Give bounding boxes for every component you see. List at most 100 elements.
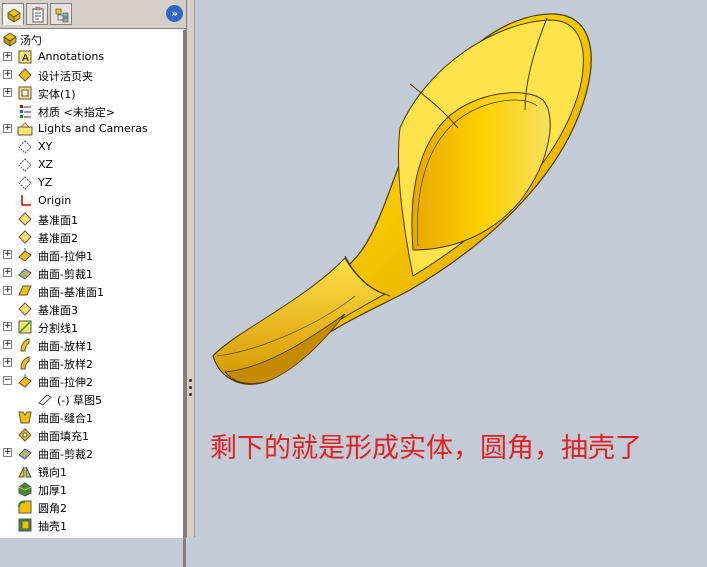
tree-item-label: 实体(1) [38, 88, 76, 101]
configurationmanager-tab[interactable] [50, 3, 72, 25]
expand-toggle[interactable]: + [3, 286, 12, 295]
plane-icon [17, 139, 33, 155]
sketch-icon [37, 391, 53, 407]
expand-toggle[interactable]: + [3, 70, 12, 79]
splitter-grip-dot [189, 393, 192, 396]
tree-item[interactable]: + 曲面-拉伸1 [0, 246, 186, 264]
svg-text:A: A [22, 53, 29, 64]
tree-item-label: 分割线1 [38, 322, 78, 335]
tree-item[interactable]: Origin [0, 192, 186, 210]
tree-item[interactable]: 抽壳1 [0, 516, 186, 534]
tree-item-label: 镜向1 [38, 466, 67, 479]
reference-plane-icon [17, 211, 33, 227]
tree-item-label: 曲面-缝合1 [38, 412, 93, 425]
tree-item-label: 加厚1 [38, 484, 67, 497]
tree-item[interactable]: + 曲面-放样1 [0, 336, 186, 354]
fillet-icon [17, 499, 33, 515]
mirror-icon [17, 463, 33, 479]
tree-item[interactable]: 基准面2 [0, 228, 186, 246]
splitter-grip-dot [189, 386, 192, 389]
configurationmanager-tab-icon [55, 8, 69, 23]
splitter-grip-dot [189, 379, 192, 382]
tree-item[interactable]: 圆角2 [0, 498, 186, 516]
thicken-icon [17, 481, 33, 497]
filled-surface-icon [17, 427, 33, 443]
panel-edge [183, 30, 186, 567]
split-line-icon [17, 319, 33, 335]
feature-tree: 汤勺 + A Annotations + 设计活页夹 + 实体(1) 材质 <未指定> + Lig… [0, 29, 186, 567]
surface-knit-icon [17, 409, 33, 425]
tree-item-label: Lights and Cameras [38, 122, 148, 135]
tree-item[interactable]: 镜向1 [0, 462, 186, 480]
planar-surface-icon [17, 283, 33, 299]
tree-item-label: 曲面-基准面1 [38, 286, 104, 299]
tree-item[interactable]: 曲面-缝合1 [0, 408, 186, 426]
expand-toggle[interactable]: + [3, 52, 12, 61]
tree-item[interactable]: 曲面填充1 [0, 426, 186, 444]
tree-item-label: YZ [38, 176, 53, 189]
surface-extrude-icon [17, 373, 33, 389]
tree-item[interactable]: (-) 草图5 [0, 390, 186, 408]
tree-item-label: XZ [38, 158, 54, 171]
shell-icon [17, 517, 33, 533]
part-icon [2, 31, 18, 47]
expand-toggle[interactable]: + [3, 124, 12, 133]
expand-toggle[interactable]: + [3, 250, 12, 259]
tree-item[interactable]: + 曲面-基准面1 [0, 282, 186, 300]
tree-item-label: 材质 <未指定> [38, 106, 115, 119]
tree-item[interactable]: YZ [0, 174, 186, 192]
tree-item-label: 曲面-剪裁2 [38, 448, 93, 461]
surface-loft-icon [17, 355, 33, 371]
panel-splitter[interactable] [187, 0, 195, 537]
plane-icon [17, 175, 33, 191]
tree-item[interactable]: − 曲面-拉伸2 [0, 372, 186, 390]
tree-item[interactable]: + 分割线1 [0, 318, 186, 336]
tree-item[interactable]: + 曲面-剪裁1 [0, 264, 186, 282]
tree-item-label: 基准面3 [38, 304, 78, 317]
tree-item[interactable]: 加厚1 [0, 480, 186, 498]
design-binder-icon [17, 67, 33, 83]
surface-trim-icon [17, 265, 33, 281]
collapse-toggle[interactable]: − [3, 376, 12, 385]
solid-bodies-icon [17, 85, 33, 101]
tree-item[interactable]: 基准面1 [0, 210, 186, 228]
annotations-icon: A [17, 49, 33, 65]
expand-toggle[interactable]: + [3, 340, 12, 349]
tree-item[interactable]: XY [0, 138, 186, 156]
featuremanager-tab-icon [7, 8, 21, 23]
expand-toggle[interactable]: + [3, 448, 12, 457]
tree-root-label: 汤勺 [20, 34, 42, 47]
tree-root-part[interactable]: 汤勺 [0, 30, 186, 48]
tree-item-label: 基准面2 [38, 232, 78, 245]
tree-item[interactable]: + 曲面-剪裁2 [0, 444, 186, 462]
tree-item-label: 基准面1 [38, 214, 78, 227]
propertymanager-tab-icon [32, 7, 44, 23]
tree-item[interactable]: + 实体(1) [0, 84, 186, 102]
tree-item-label: (-) 草图5 [57, 394, 103, 407]
surface-trim-icon [17, 445, 33, 461]
expand-toggle[interactable]: + [3, 88, 12, 97]
tree-item-label: Annotations [38, 50, 105, 63]
propertymanager-tab[interactable] [26, 3, 48, 25]
surface-loft-icon [17, 337, 33, 353]
tree-item[interactable]: XZ [0, 156, 186, 174]
tree-item-label: 设计活页夹 [38, 70, 93, 83]
expand-toggle[interactable]: + [3, 322, 12, 331]
tree-item[interactable]: 材质 <未指定> [0, 102, 186, 120]
tree-item[interactable]: + Lights and Cameras [0, 120, 186, 138]
tree-item[interactable]: + 设计活页夹 [0, 66, 186, 84]
tree-item[interactable]: + A Annotations [0, 48, 186, 66]
tree-item-label: 曲面-拉伸1 [38, 250, 93, 263]
tree-item-label: 曲面-放样2 [38, 358, 93, 371]
tree-item[interactable]: + 曲面-放样2 [0, 354, 186, 372]
tree-item-label: 曲面-拉伸2 [38, 376, 93, 389]
origin-icon [17, 193, 33, 209]
tree-item[interactable]: 基准面3 [0, 300, 186, 318]
lights-icon [17, 121, 33, 137]
graphics-viewport[interactable]: 剩下的就是形成实体，圆角，抽壳了 [195, 0, 707, 537]
expand-toggle[interactable]: + [3, 358, 12, 367]
featuremanager-tab[interactable] [2, 3, 24, 25]
expand-toggle[interactable]: + [3, 268, 12, 277]
collapse-panel-button[interactable]: » [166, 5, 183, 22]
reference-plane-icon [17, 229, 33, 245]
